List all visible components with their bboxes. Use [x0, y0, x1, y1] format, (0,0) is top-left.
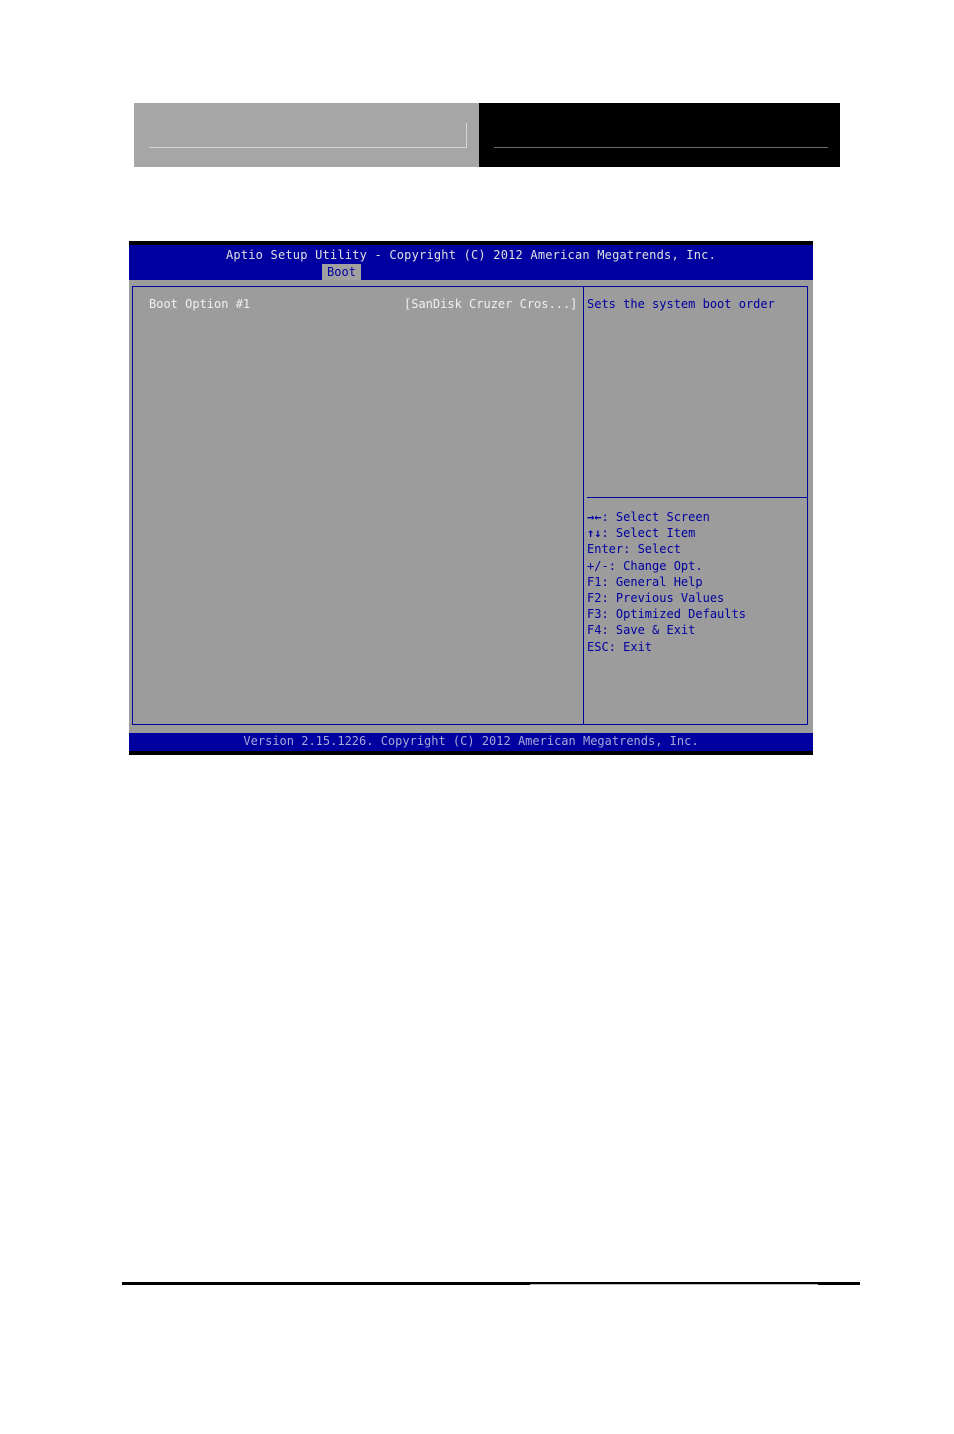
header-rule — [494, 147, 828, 148]
bios-setup-screen: Aptio Setup Utility - Copyright (C) 2012… — [129, 241, 813, 755]
key-hint-change-opt: +/-: Change Opt. — [587, 558, 703, 573]
bios-footer-bar: Version 2.15.1226. Copyright (C) 2012 Am… — [129, 733, 813, 751]
bios-version: Version 2.15.1226. Copyright (C) 2012 Am… — [243, 734, 699, 748]
key-legend: →←: Select Screen ↑↓: Select Item Enter:… — [587, 509, 746, 655]
key-hint-f1: F1: General Help — [587, 574, 703, 589]
header-rule-vertical — [466, 123, 467, 148]
key-hint-esc: ESC: Exit — [587, 639, 653, 654]
boot-option-1-value[interactable]: [SanDisk Cruzer Cros...] — [404, 297, 577, 311]
help-separator — [587, 497, 807, 498]
page-header-right-band — [479, 103, 840, 167]
page-footer-rule-shadow — [530, 1284, 818, 1285]
header-rule — [149, 147, 467, 148]
bios-title: Aptio Setup Utility - Copyright (C) 2012… — [225, 248, 717, 262]
page-header-left-band — [134, 103, 479, 167]
key-hint-select-screen: →←: Select Screen — [587, 510, 710, 524]
key-hint-f4: F4: Save & Exit — [587, 623, 696, 638]
panel-divider — [583, 286, 584, 725]
bios-title-bar: Aptio Setup Utility - Copyright (C) 2012… — [129, 245, 813, 280]
arrows-left-right-icon: →← — [587, 510, 602, 524]
bios-body: Boot Option #1 [SanDisk Cruzer Cros...] … — [129, 280, 813, 733]
key-hint-enter: Enter: Select — [587, 542, 681, 557]
bios-frame — [132, 286, 808, 725]
tab-boot[interactable]: Boot — [322, 264, 361, 280]
key-hint-f2: F2: Previous Values — [587, 590, 725, 605]
key-hint-f3: F3: Optimized Defaults — [587, 607, 746, 622]
arrows-up-down-icon: ↑↓ — [587, 526, 602, 541]
key-hint-select-item: ↑↓: Select Item — [587, 526, 696, 541]
boot-option-1-label[interactable]: Boot Option #1 — [149, 297, 250, 311]
help-description: Sets the system boot order — [587, 297, 775, 311]
